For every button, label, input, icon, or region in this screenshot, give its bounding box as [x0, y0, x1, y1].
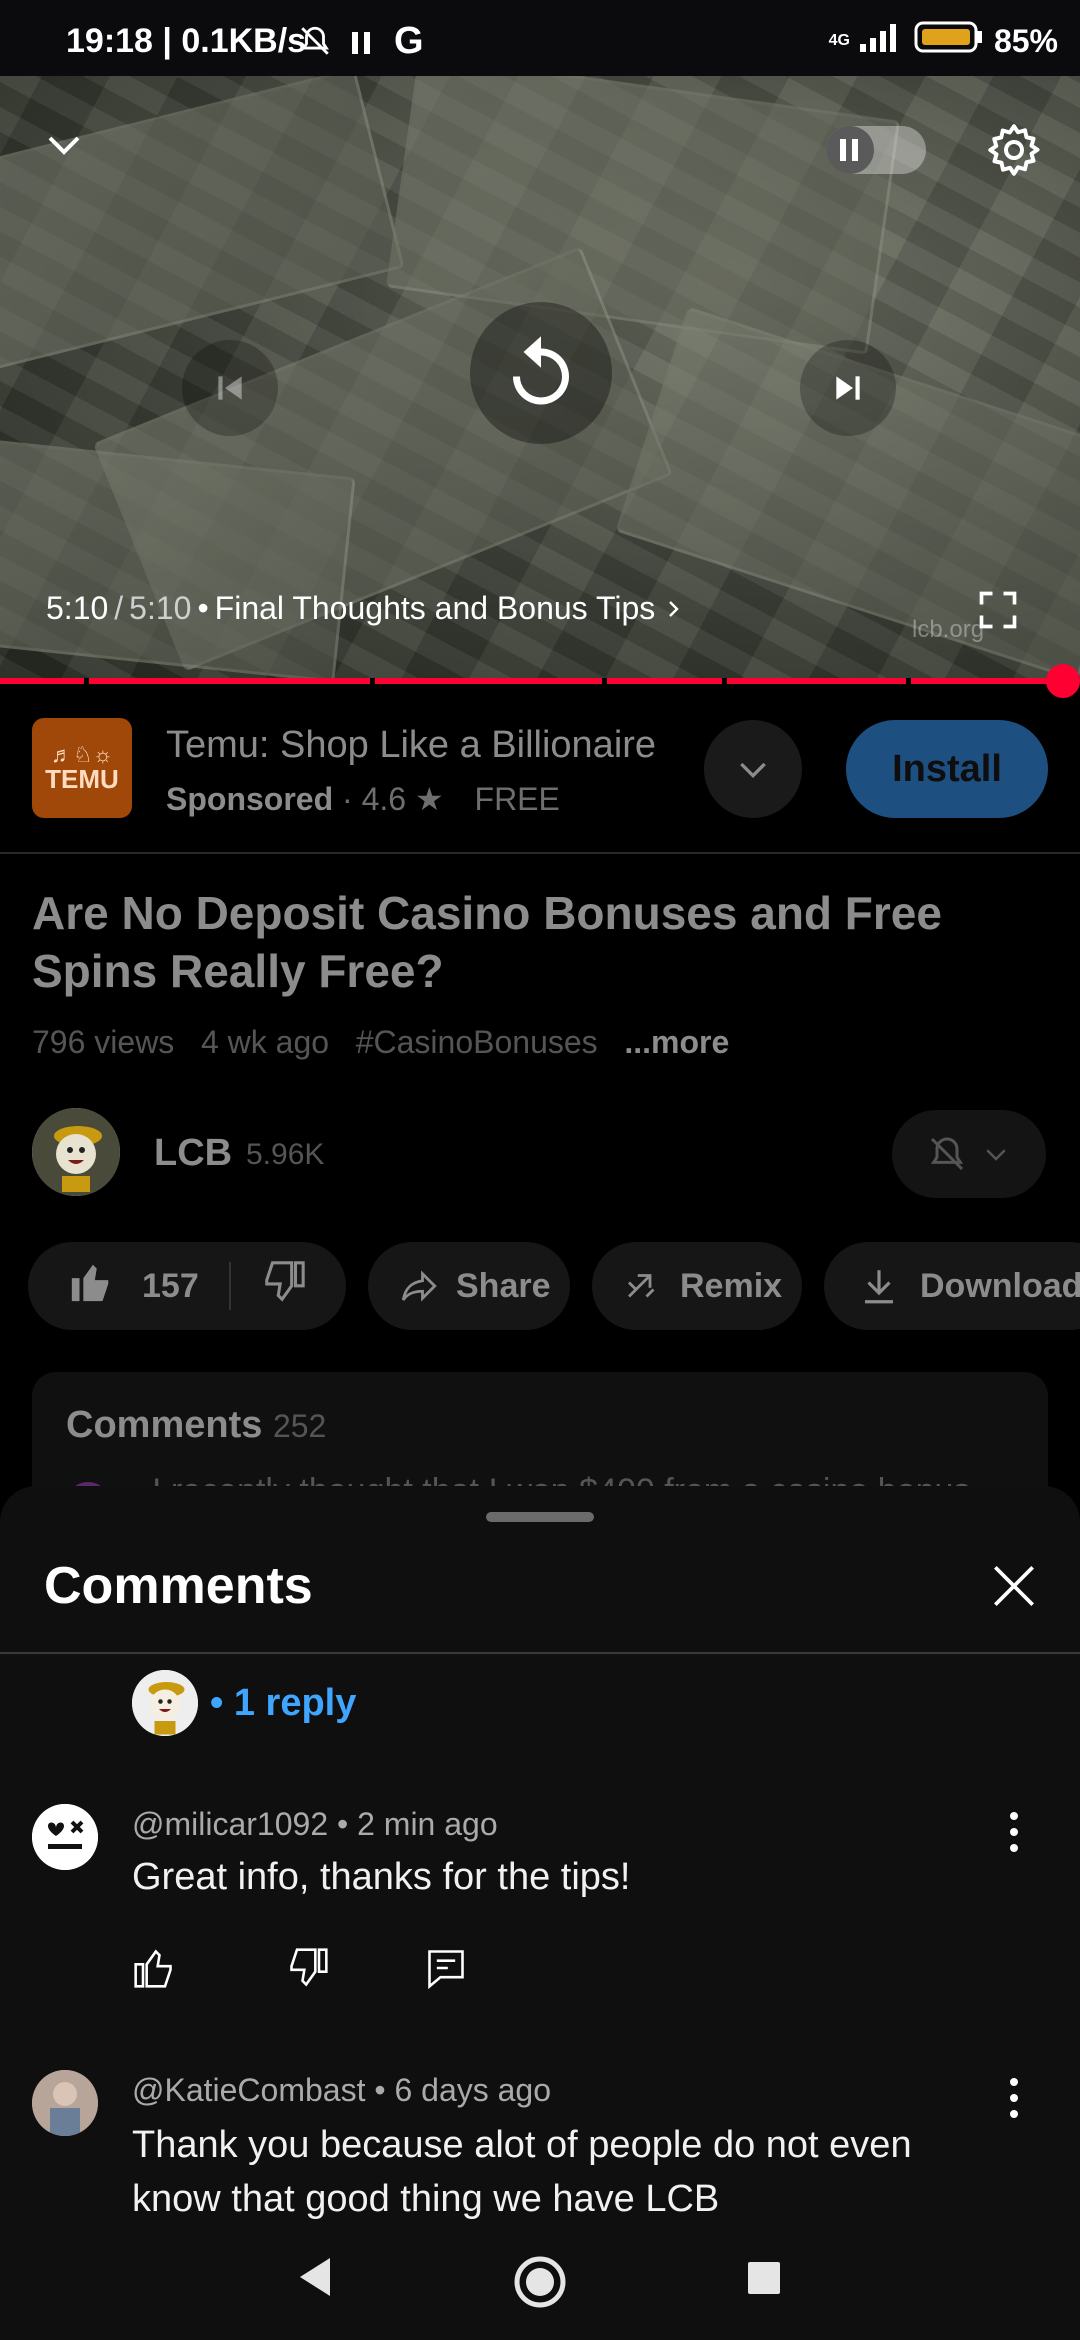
comment-handle[interactable]: @milicar1092	[132, 1806, 328, 1842]
next-icon[interactable]	[800, 340, 896, 436]
like-button[interactable]	[68, 1259, 114, 1314]
remix-button[interactable]: Remix	[592, 1242, 802, 1330]
star-icon: ★	[414, 781, 444, 817]
avatar[interactable]	[32, 1804, 98, 1870]
remix-icon	[628, 1274, 655, 1298]
download-icon	[865, 1270, 893, 1304]
status-time: 19:18 | 0.1KB/s	[66, 22, 307, 60]
ad-meta: Sponsored · 4.6 ★ FREE	[166, 781, 560, 817]
battery-level: 85%	[993, 22, 1058, 59]
chevron-down-icon	[986, 1149, 1006, 1161]
notification-bell-button[interactable]	[892, 1110, 1046, 1198]
thumbs-down-icon	[290, 1948, 328, 1987]
comment-meta: @KatieCombast • 6 days ago	[132, 2072, 552, 2108]
back-icon[interactable]	[296, 2256, 334, 2303]
comments-sheet: Comments • 1 reply @milicar1092 • 2 min …	[0, 1486, 1080, 2222]
more-vert-icon[interactable]	[1008, 1810, 1020, 1854]
video-meta[interactable]: 796 views 4 wk ago #CasinoBonuses ...mor…	[32, 1024, 729, 1061]
chapter-title: Final Thoughts and Bonus Tips	[214, 590, 656, 626]
comment-text: know that good thing we have LCB	[132, 2178, 720, 2220]
battery-icon	[914, 20, 984, 62]
replies-link[interactable]: • 1 reply	[210, 1682, 356, 1725]
chapter-info[interactable]: 5:10 / 5:10 • Final Thoughts and Bonus T…	[46, 590, 685, 627]
thumbs-up-icon	[71, 1264, 109, 1301]
comment-handle[interactable]: @KatieCombast	[132, 2072, 365, 2108]
ad-title: Temu: Shop Like a Billionaire	[166, 724, 657, 766]
chevron-down-icon	[740, 762, 766, 779]
thumbs-up-icon	[134, 1949, 172, 1988]
fullscreen-icon[interactable]	[976, 588, 1020, 637]
download-button[interactable]: Download	[824, 1242, 1080, 1330]
bell-off-icon	[930, 1137, 964, 1171]
replay-icon	[513, 336, 569, 405]
thumbs-down-icon	[264, 1260, 305, 1302]
video-player[interactable]: 5:10 / 5:10 • Final Thoughts and Bonus T…	[0, 76, 1080, 680]
status-bar: 19:18 | 0.1KB/s G 4G 85%	[0, 0, 1080, 76]
like-count: 157	[142, 1266, 199, 1305]
reply-icon	[428, 1950, 464, 1990]
progress-bar[interactable]	[0, 678, 1062, 684]
gear-icon[interactable]	[984, 120, 1044, 185]
time-current: 5:10	[46, 590, 109, 626]
pause-icon	[826, 126, 874, 174]
replay-button[interactable]	[470, 302, 612, 444]
signal-icon	[859, 22, 904, 60]
close-icon[interactable]	[986, 1558, 1042, 1614]
drag-handle[interactable]	[486, 1512, 594, 1522]
dislike-button[interactable]	[261, 1259, 307, 1314]
comment-meta: @milicar1092 • 2 min ago	[132, 1806, 498, 1842]
autoplay-toggle[interactable]	[826, 126, 926, 174]
home-icon[interactable]	[512, 2254, 568, 2315]
divider	[0, 1652, 1080, 1654]
chevron-down-icon[interactable]	[40, 120, 88, 173]
video-frame-bill	[0, 435, 356, 680]
bell-off-icon	[298, 24, 332, 63]
temu-logo: ♬♘☼ TEMU	[32, 718, 132, 818]
comment-text: Great info, thanks for the tips!	[132, 1856, 631, 1898]
comment-reply-button[interactable]	[424, 1946, 468, 1995]
video-title[interactable]: Are No Deposit Casino Bonuses and Free S…	[32, 884, 1042, 1000]
more-vert-icon[interactable]	[1008, 2076, 1020, 2120]
share-icon	[401, 1270, 437, 1302]
time-total: 5:10	[129, 590, 192, 626]
watermark: lcb.org	[912, 616, 985, 643]
subscriber-count: 5.96K	[246, 1138, 325, 1171]
channel-avatar[interactable]	[32, 1108, 120, 1196]
more-link[interactable]: ...more	[624, 1024, 729, 1060]
chevron-right-icon	[669, 600, 679, 617]
install-button[interactable]: Install	[846, 720, 1048, 818]
ad-expand-button[interactable]	[704, 720, 802, 818]
sheet-title: Comments	[44, 1557, 313, 1615]
comment-dislike-button[interactable]	[286, 1946, 330, 1995]
comment-like-button[interactable]	[132, 1946, 176, 1995]
like-dislike-group: 157	[28, 1242, 346, 1330]
system-nav-bar	[0, 2222, 1080, 2340]
network-type: 4G	[828, 32, 850, 49]
pause-icon	[352, 32, 372, 59]
channel-name[interactable]: LCB	[154, 1132, 232, 1175]
recents-icon[interactable]	[746, 2260, 782, 2301]
comment-text: Thank you because alot of people do not …	[132, 2124, 912, 2166]
google-icon: G	[394, 20, 424, 62]
sponsored-ad[interactable]: ♬♘☼ TEMU Temu: Shop Like a Billionaire S…	[0, 690, 1080, 854]
avatar[interactable]	[32, 2070, 98, 2136]
avatar	[132, 1670, 198, 1736]
previous-icon[interactable]	[182, 340, 278, 436]
share-button[interactable]: Share	[368, 1242, 570, 1330]
